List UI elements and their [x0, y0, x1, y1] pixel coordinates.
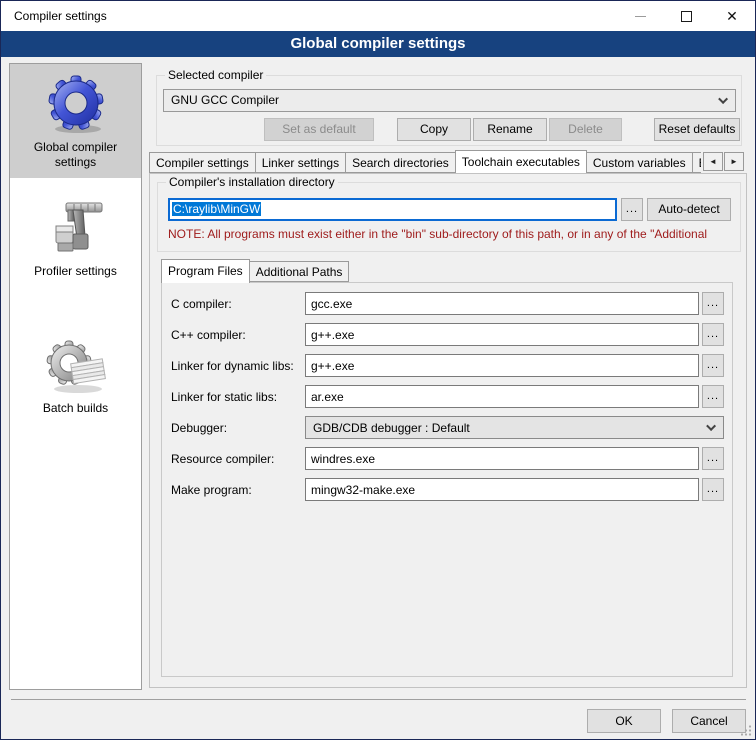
make-program-input[interactable]: [305, 478, 699, 501]
caliper-icon: [44, 196, 108, 260]
debugger-select-value: GDB/CDB debugger : Default: [313, 421, 470, 435]
tab-additional-paths[interactable]: Additional Paths: [249, 261, 350, 282]
group-legend: Selected compiler: [165, 69, 266, 82]
program-files-tab-strip: Program Files Additional Paths: [161, 258, 348, 282]
cpp-compiler-input[interactable]: [305, 323, 699, 346]
close-icon: ✕: [726, 9, 738, 23]
settings-category-list: Global compiler settings: [9, 63, 142, 690]
make-program-row: Make program: ...: [171, 478, 724, 501]
resource-compiler-browse-button[interactable]: ...: [702, 447, 724, 470]
tab-scroll-left-icon[interactable]: ◄: [703, 152, 723, 171]
c-compiler-row: C compiler: ...: [171, 292, 724, 315]
selected-path-text: C:\raylib\MinGW: [172, 202, 261, 216]
window-controls: ✕: [617, 1, 755, 31]
dynamic-linker-row: Linker for dynamic libs: ...: [171, 354, 724, 377]
delete-button: Delete: [549, 118, 622, 141]
tab-linker-settings[interactable]: Linker settings: [255, 152, 346, 173]
page-title: Global compiler settings: [1, 31, 755, 57]
c-compiler-input[interactable]: [305, 292, 699, 315]
selected-compiler-group: Selected compiler GNU GCC Compiler Set a…: [156, 75, 742, 146]
cpp-compiler-row: C++ compiler: ...: [171, 323, 724, 346]
field-label: C compiler:: [171, 297, 305, 311]
static-linker-browse-button[interactable]: ...: [702, 385, 724, 408]
resource-compiler-row: Resource compiler: ...: [171, 447, 724, 470]
browse-directory-button[interactable]: ...: [621, 198, 643, 221]
cpp-compiler-browse-button[interactable]: ...: [702, 323, 724, 346]
sidebar-item-label: Profiler settings: [34, 264, 117, 279]
static-linker-input[interactable]: [305, 385, 699, 408]
compiler-select-value: GNU GCC Compiler: [171, 90, 279, 111]
maximize-button[interactable]: [663, 1, 709, 31]
sidebar-item-global-compiler-settings[interactable]: Global compiler settings: [10, 64, 141, 178]
tab-compiler-settings[interactable]: Compiler settings: [149, 152, 256, 173]
sidebar-item-batch-builds[interactable]: Batch builds: [10, 325, 141, 424]
tab-search-directories[interactable]: Search directories: [345, 152, 456, 173]
dynamic-linker-browse-button[interactable]: ...: [702, 354, 724, 377]
program-files-page: C compiler: ... C++ compiler: ... Linker…: [161, 282, 733, 677]
tab-scroll-buttons: ◄ ►: [703, 152, 744, 171]
footer-divider: [11, 699, 746, 700]
minimize-icon: [635, 16, 646, 17]
sidebar-item-label: Global compiler settings: [12, 140, 139, 170]
debugger-select[interactable]: GDB/CDB debugger : Default: [305, 416, 724, 439]
installation-directory-row: C:\raylib\MinGW ... Auto-detect: [168, 198, 731, 221]
compiler-select[interactable]: GNU GCC Compiler: [163, 89, 736, 112]
tab-scroll-right-icon[interactable]: ►: [724, 152, 744, 171]
title-bar: Compiler settings ✕: [1, 1, 755, 31]
tab-toolchain-executables[interactable]: Toolchain executables: [455, 150, 587, 173]
compiler-settings-dialog: Compiler settings ✕ Global compiler sett…: [0, 0, 756, 740]
rename-button[interactable]: Rename: [473, 118, 547, 141]
maximize-icon: [681, 11, 692, 22]
close-button[interactable]: ✕: [709, 1, 755, 31]
chevron-down-icon: [718, 94, 728, 104]
group-legend: Compiler's installation directory: [166, 176, 338, 189]
field-label: Linker for dynamic libs:: [171, 359, 305, 373]
installation-directory-group: Compiler's installation directory C:\ray…: [157, 182, 741, 252]
ok-button[interactable]: OK: [587, 709, 661, 733]
window-title: Compiler settings: [1, 9, 107, 23]
make-program-browse-button[interactable]: ...: [702, 478, 724, 501]
tab-custom-variables[interactable]: Custom variables: [586, 152, 693, 173]
field-label: Make program:: [171, 483, 305, 497]
dynamic-linker-input[interactable]: [305, 354, 699, 377]
tab-program-files[interactable]: Program Files: [161, 259, 250, 283]
resource-compiler-input[interactable]: [305, 447, 699, 470]
settings-tab-strip: Compiler settings Linker settings Search…: [149, 150, 701, 173]
field-label: Linker for static libs:: [171, 390, 305, 404]
field-label: C++ compiler:: [171, 328, 305, 342]
gray-gear-stack-icon: [44, 333, 108, 397]
copy-button[interactable]: Copy: [397, 118, 471, 141]
tab-build-options[interactable]: Build options: [692, 152, 701, 173]
cancel-button[interactable]: Cancel: [672, 709, 746, 733]
installation-directory-input[interactable]: C:\raylib\MinGW: [168, 198, 617, 221]
sidebar-item-profiler-settings[interactable]: Profiler settings: [10, 188, 141, 287]
c-compiler-browse-button[interactable]: ...: [702, 292, 724, 315]
blue-gear-icon: [44, 72, 108, 136]
install-directory-note: NOTE: All programs must exist either in …: [168, 227, 738, 241]
chevron-down-icon: [706, 421, 716, 431]
toolchain-executables-page: Compiler's installation directory C:\ray…: [149, 173, 747, 688]
debugger-row: Debugger: GDB/CDB debugger : Default: [171, 416, 724, 439]
field-label: Resource compiler:: [171, 452, 305, 466]
minimize-button[interactable]: [617, 1, 663, 31]
sidebar-item-label: Batch builds: [43, 401, 108, 416]
set-as-default-button: Set as default: [264, 118, 374, 141]
resize-grip[interactable]: [741, 725, 752, 736]
auto-detect-button[interactable]: Auto-detect: [647, 198, 731, 221]
static-linker-row: Linker for static libs: ...: [171, 385, 724, 408]
reset-defaults-button[interactable]: Reset defaults: [654, 118, 740, 141]
field-label: Debugger:: [171, 421, 305, 435]
